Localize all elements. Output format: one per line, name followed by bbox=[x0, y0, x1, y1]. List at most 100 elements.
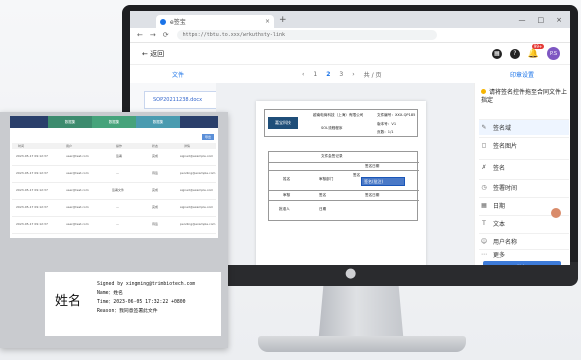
sheet-tab bbox=[10, 116, 48, 128]
control-label: 签署时间 bbox=[493, 185, 518, 192]
maximize-button[interactable]: □ bbox=[538, 16, 545, 24]
control-signature-field[interactable]: ✎ 签名域 bbox=[479, 119, 569, 135]
column-header: 操作 bbox=[116, 144, 123, 148]
control-signature-image[interactable]: ◻ 签名图片 bbox=[479, 137, 569, 153]
page-count: 页数：1/1 bbox=[377, 130, 394, 134]
control-sign-time[interactable]: ◷ 签署时间 bbox=[479, 179, 569, 195]
app-header: ← 返回 ▦ ? 🔔 99+ P.S bbox=[130, 43, 570, 65]
company-name: 越南电商科技（上海）有限公司 bbox=[313, 113, 364, 117]
reload-icon[interactable]: ⟳ bbox=[163, 31, 169, 39]
table-cell: user@test.com bbox=[66, 188, 89, 192]
table-cell: 签署 bbox=[116, 154, 123, 158]
table-cell: 待签 bbox=[152, 171, 159, 175]
document-viewer: 嘉宝科技 越南电商科技（上海）有限公司 文件编号：XXX-QP185 SOL流程… bbox=[216, 83, 474, 265]
table-cell: 完成 bbox=[152, 188, 159, 192]
table-row: 2023-05-17 09:12:37 user@test.com — 待签 p… bbox=[12, 167, 216, 183]
sheet-tab: 数据集 bbox=[92, 116, 136, 128]
back-button[interactable]: ← 返回 bbox=[142, 49, 164, 59]
table-row: 2023-05-17 09:12:37 user@test.com 签署 完成 … bbox=[12, 150, 216, 166]
table-row: 2023-05-17 09:12:37 user@test.com — 完成 s… bbox=[12, 201, 216, 217]
table-cell: 姓名 bbox=[283, 177, 291, 181]
column-header: 详情 bbox=[184, 144, 191, 148]
company-logo: 嘉宝科技 bbox=[268, 117, 298, 129]
file-tab[interactable]: 文件 bbox=[172, 70, 184, 79]
table-cell: signed@example.com bbox=[180, 205, 214, 209]
submit-button[interactable]: 发起 bbox=[483, 261, 561, 265]
table-cell: — bbox=[116, 222, 119, 226]
control-label: 签名图片 bbox=[493, 143, 518, 150]
avatar[interactable]: P.S bbox=[547, 47, 560, 60]
table-row: 审核 签名 签名日期 bbox=[269, 190, 419, 200]
signed-document-sheet: 数据集 数据集 数据集 导出 时间 用户 操作 状态 详情 2023-05-17… bbox=[0, 112, 228, 348]
table-cell: — bbox=[116, 205, 119, 209]
audit-columns: 时间 用户 操作 状态 详情 bbox=[12, 143, 216, 149]
url-field[interactable]: https://tbtu.to.xxx/wrkuthsty-link bbox=[176, 30, 437, 40]
forward-arrow-icon[interactable]: → bbox=[150, 31, 156, 39]
back-arrow-icon[interactable]: ← bbox=[137, 31, 143, 39]
page-3-button[interactable]: 3 bbox=[339, 71, 343, 78]
sheet-tab: 数据集 bbox=[136, 116, 180, 128]
table-cell: 完成 bbox=[152, 205, 159, 209]
close-window-button[interactable]: × bbox=[556, 16, 562, 24]
column-header: 状态 bbox=[152, 144, 159, 148]
signature-icon: ✗ bbox=[481, 164, 487, 171]
table-cell: user@test.com bbox=[66, 222, 89, 226]
control-label: 用户名称 bbox=[493, 239, 518, 246]
document-page: 嘉宝科技 越南电商科技（上海）有限公司 文件编号：XXX-QP185 SOL流程… bbox=[256, 101, 426, 265]
table-cell: 批准人 bbox=[279, 207, 290, 211]
assistant-avatar[interactable] bbox=[551, 208, 561, 218]
page-1-button[interactable]: 1 bbox=[313, 71, 317, 78]
signoff-title: 文件会签记录 bbox=[321, 154, 343, 158]
clock-icon: ◷ bbox=[481, 184, 487, 191]
control-more[interactable]: ⋯ 更多 bbox=[479, 249, 569, 259]
table-cell: 签署文件 bbox=[112, 188, 125, 192]
column-header: 时间 bbox=[18, 144, 25, 148]
table-cell: 签名 bbox=[319, 193, 327, 197]
signature-stamp: 姓名 Signed by xingming@trimbiotech.com Na… bbox=[45, 272, 221, 336]
document-header-table: 嘉宝科技 越南电商科技（上海）有限公司 文件编号：XXX-QP185 SOL流程… bbox=[264, 109, 418, 137]
control-signature[interactable]: ✗ 签名 bbox=[479, 159, 569, 175]
minimize-button[interactable]: — bbox=[519, 16, 526, 24]
control-label: 签名 bbox=[493, 165, 506, 172]
procedure-name: SOL流程程序 bbox=[321, 126, 343, 130]
header-icons: ▦ ? 🔔 99+ P.S bbox=[491, 43, 570, 60]
table-cell: user@test.com bbox=[66, 171, 89, 175]
audit-table-header: 数据集 数据集 数据集 bbox=[10, 116, 218, 128]
seal-settings-tab[interactable]: 印章设置 bbox=[510, 70, 534, 79]
file-number: 文件编号：XXX-QP185 bbox=[377, 113, 416, 117]
table-cell: 签名日期 bbox=[365, 193, 380, 197]
selected-signature-field[interactable]: 签名(批注) bbox=[361, 177, 405, 186]
audit-table-page: 数据集 数据集 数据集 导出 时间 用户 操作 状态 详情 2023-05-17… bbox=[10, 116, 218, 238]
control-user-name[interactable]: ☺ 用户名称 bbox=[479, 233, 569, 249]
panel-subtitle: 指定 bbox=[481, 97, 494, 104]
bell-icon[interactable]: 🔔 99+ bbox=[528, 43, 545, 59]
calendar-icon: ▦ bbox=[481, 202, 487, 209]
table-cell: 日期 bbox=[319, 207, 327, 211]
grid-icon[interactable]: ▦ bbox=[491, 48, 502, 59]
table-cell: 完成 bbox=[152, 154, 159, 158]
signer-name: 姓名 bbox=[55, 294, 82, 309]
address-bar-row: ← → ⟳ https://tbtu.to.xxx/wrkuthsty-link bbox=[130, 28, 570, 43]
tab-title: e签宝 bbox=[170, 19, 186, 26]
panel-title-text: 请将签名控件拖至合同文件上 bbox=[489, 89, 568, 96]
browser-tab[interactable]: e签宝 × bbox=[156, 15, 274, 28]
column-header: 用户 bbox=[66, 144, 73, 148]
export-button[interactable]: 导出 bbox=[202, 134, 214, 140]
table-row: 批准人 日期 bbox=[269, 200, 419, 220]
next-page-button[interactable]: › bbox=[352, 71, 354, 78]
file-chip[interactable]: SOP20211238.docx bbox=[144, 91, 224, 109]
prev-page-button[interactable]: ‹ bbox=[302, 71, 304, 78]
table-cell: 2023-05-17 09:12:37 bbox=[16, 205, 48, 209]
document-toolbar: 文件 ‹ 1 2 3 › 共 / 页 印章设置 bbox=[130, 67, 570, 81]
table-cell: — bbox=[116, 171, 119, 175]
table-row: 2023-05-17 09:12:37 user@test.com 签署文件 完… bbox=[12, 184, 216, 200]
help-icon[interactable]: ? bbox=[509, 48, 520, 59]
control-label: 文本 bbox=[493, 221, 506, 228]
monitor-base bbox=[258, 336, 466, 352]
page-2-button[interactable]: 2 bbox=[326, 71, 330, 78]
new-tab-button[interactable]: + bbox=[279, 15, 287, 25]
signed-by-line: Signed by xingming@trimbiotech.com bbox=[97, 282, 196, 287]
tab-close-icon[interactable]: × bbox=[265, 18, 270, 25]
table-cell: 2023-05-17 09:12:37 bbox=[16, 154, 48, 158]
table-cell: 2023-05-17 09:12:37 bbox=[16, 171, 48, 175]
